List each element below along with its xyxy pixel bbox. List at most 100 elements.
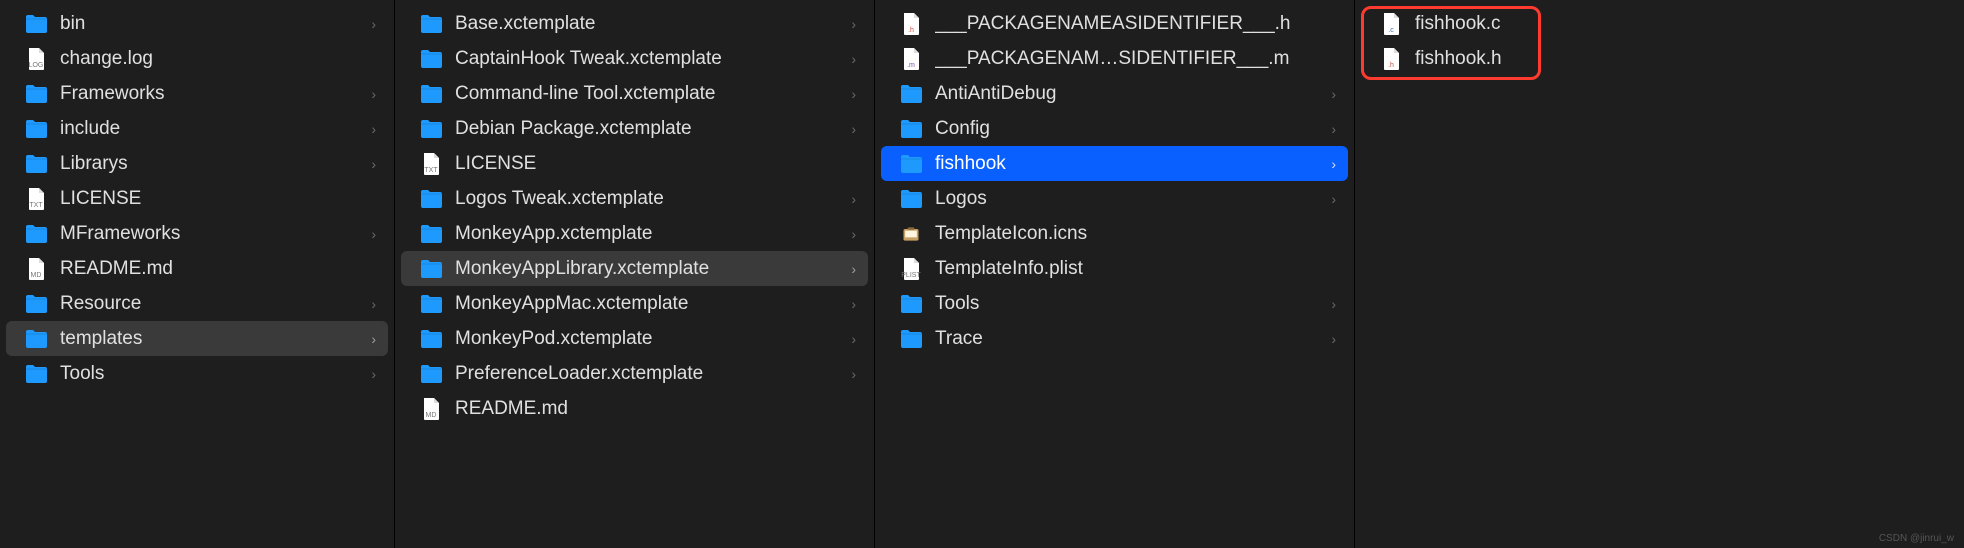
list-item[interactable]: .m ___PACKAGENAM…SIDENTIFIER___.m <box>881 41 1348 76</box>
svg-text:MD: MD <box>426 412 437 419</box>
list-item[interactable]: bin› <box>6 6 388 41</box>
list-item[interactable]: Tools› <box>881 286 1348 321</box>
chevron-right-icon: › <box>851 226 856 242</box>
svg-text:.c: .c <box>1388 27 1394 34</box>
folder-icon <box>419 82 443 106</box>
item-label: LICENSE <box>60 188 376 210</box>
item-label: README.md <box>455 398 856 420</box>
folder-icon <box>24 82 48 106</box>
list-item[interactable]: Command-line Tool.xctemplate› <box>401 76 868 111</box>
item-label: README.md <box>60 258 376 280</box>
folder-icon <box>899 82 923 106</box>
list-item[interactable]: MonkeyPod.xctemplate› <box>401 321 868 356</box>
file-icon: .h <box>899 12 923 36</box>
chevron-right-icon: › <box>851 86 856 102</box>
finder-column-1[interactable]: bin› LOG change.log Frameworks› include›… <box>0 0 395 548</box>
list-item[interactable]: Trace› <box>881 321 1348 356</box>
chevron-right-icon: › <box>1331 86 1336 102</box>
item-label: Debian Package.xctemplate <box>455 118 843 140</box>
list-item[interactable]: .c fishhook.c <box>1361 6 1958 41</box>
list-item[interactable]: Tools› <box>6 356 388 391</box>
list-item[interactable]: include› <box>6 111 388 146</box>
chevron-right-icon: › <box>1331 121 1336 137</box>
item-label: fishhook <box>935 153 1323 175</box>
file-icon <box>899 222 923 246</box>
list-item[interactable]: LOG change.log <box>6 41 388 76</box>
file-icon: MD <box>419 397 443 421</box>
chevron-right-icon: › <box>851 121 856 137</box>
list-item[interactable]: AntiAntiDebug› <box>881 76 1348 111</box>
chevron-right-icon: › <box>851 51 856 67</box>
svg-text:LOG: LOG <box>29 62 44 69</box>
list-item[interactable]: TXT LICENSE <box>6 181 388 216</box>
item-label: templates <box>60 328 363 350</box>
chevron-right-icon: › <box>371 121 376 137</box>
item-label: fishhook.h <box>1415 48 1946 70</box>
item-label: MonkeyApp.xctemplate <box>455 223 843 245</box>
list-item[interactable]: Librarys› <box>6 146 388 181</box>
list-item[interactable]: MD README.md <box>6 251 388 286</box>
list-item[interactable]: MonkeyAppLibrary.xctemplate› <box>401 251 868 286</box>
item-label: PreferenceLoader.xctemplate <box>455 363 843 385</box>
item-label: TemplateIcon.icns <box>935 223 1336 245</box>
file-icon: TXT <box>24 187 48 211</box>
item-label: bin <box>60 13 363 35</box>
list-item[interactable]: Frameworks › <box>6 76 388 111</box>
list-item[interactable]: Logos Tweak.xctemplate› <box>401 181 868 216</box>
folder-icon <box>24 292 48 316</box>
list-item[interactable]: Resource› <box>6 286 388 321</box>
list-item[interactable]: MFrameworks› <box>6 216 388 251</box>
chevron-right-icon: › <box>1331 191 1336 207</box>
item-label: Config <box>935 118 1323 140</box>
list-item[interactable]: templates › <box>6 321 388 356</box>
item-label: ___PACKAGENAM…SIDENTIFIER___.m <box>935 48 1336 70</box>
folder-icon <box>419 47 443 71</box>
list-item[interactable]: CaptainHook Tweak.xctemplate › <box>401 41 868 76</box>
chevron-right-icon: › <box>1331 296 1336 312</box>
list-item[interactable]: MonkeyAppMac.xctemplate› <box>401 286 868 321</box>
item-label: TemplateInfo.plist <box>935 258 1336 280</box>
list-item[interactable]: TemplateIcon.icns <box>881 216 1348 251</box>
list-item[interactable]: PreferenceLoader.xctemplate › <box>401 356 868 391</box>
finder-column-2[interactable]: Base.xctemplate › CaptainHook Tweak.xctem… <box>395 0 875 548</box>
list-item[interactable]: TXT LICENSE <box>401 146 868 181</box>
list-item[interactable]: .h fishhook.h <box>1361 41 1958 76</box>
folder-icon <box>419 257 443 281</box>
folder-icon <box>899 152 923 176</box>
finder-column-4[interactable]: .c fishhook.c .h fishhook.h <box>1355 0 1964 548</box>
list-item[interactable]: Logos › <box>881 181 1348 216</box>
file-icon: .c <box>1379 12 1403 36</box>
file-icon: TXT <box>419 152 443 176</box>
item-label: change.log <box>60 48 376 70</box>
list-item[interactable]: fishhook› <box>881 146 1348 181</box>
chevron-right-icon: › <box>371 86 376 102</box>
list-item[interactable]: Base.xctemplate › <box>401 6 868 41</box>
list-item[interactable]: Config › <box>881 111 1348 146</box>
svg-text:MD: MD <box>31 272 42 279</box>
file-icon: MD <box>24 257 48 281</box>
file-icon: .h <box>1379 47 1403 71</box>
item-label: MonkeyAppLibrary.xctemplate <box>455 258 843 280</box>
item-label: Base.xctemplate <box>455 13 843 35</box>
list-item[interactable]: Debian Package.xctemplate › <box>401 111 868 146</box>
chevron-right-icon: › <box>851 366 856 382</box>
folder-icon <box>419 117 443 141</box>
item-label: Frameworks <box>60 83 363 105</box>
svg-text:PLIST: PLIST <box>901 272 921 279</box>
list-item[interactable]: MD README.md <box>401 391 868 426</box>
chevron-right-icon: › <box>371 331 376 347</box>
chevron-right-icon: › <box>851 331 856 347</box>
item-label: CaptainHook Tweak.xctemplate <box>455 48 843 70</box>
finder-column-3[interactable]: .h ___PACKAGENAMEASIDENTIFIER___.h .m __… <box>875 0 1355 548</box>
folder-icon <box>419 327 443 351</box>
chevron-right-icon: › <box>851 191 856 207</box>
folder-icon <box>24 12 48 36</box>
list-item[interactable]: .h ___PACKAGENAMEASIDENTIFIER___.h <box>881 6 1348 41</box>
item-label: Trace <box>935 328 1323 350</box>
file-icon: PLIST <box>899 257 923 281</box>
item-label: Logos <box>935 188 1323 210</box>
list-item[interactable]: MonkeyApp.xctemplate › <box>401 216 868 251</box>
list-item[interactable]: PLIST TemplateInfo.plist <box>881 251 1348 286</box>
chevron-right-icon: › <box>851 16 856 32</box>
file-icon: .m <box>899 47 923 71</box>
